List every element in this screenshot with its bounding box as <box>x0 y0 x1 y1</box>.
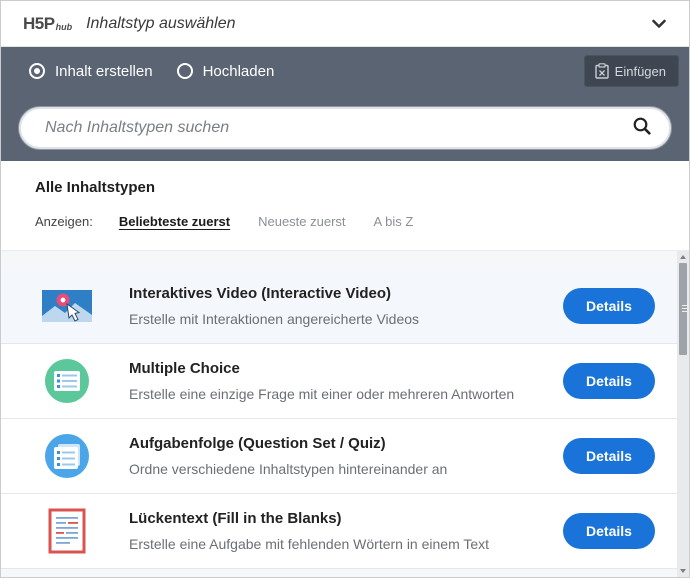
content-type-title: Lückentext (Fill in the Blanks) <box>129 510 342 527</box>
radio-upload[interactable]: Hochladen <box>176 62 275 80</box>
fill-in-the-blanks-icon <box>41 505 93 557</box>
hub-header[interactable]: H5P hub Inhaltstyp auswählen <box>1 1 689 47</box>
sort-most-popular[interactable]: Beliebteste zuerst <box>119 214 230 229</box>
logo-sub-text: hub <box>55 21 73 32</box>
question-set-icon <box>41 430 93 482</box>
search-icon[interactable] <box>633 117 651 140</box>
search-input[interactable] <box>43 118 633 138</box>
radio-unselected-icon <box>176 63 193 79</box>
content-type-description: Erstelle mit Interaktionen angereicherte… <box>129 311 420 327</box>
sort-a-to-z[interactable]: A bis Z <box>374 214 414 229</box>
content-type-description: Erstelle eine einzige Frage mit einer od… <box>129 386 515 402</box>
sort-options: Anzeigen: Beliebteste zuerst Neueste zue… <box>35 214 689 229</box>
paste-button-label: Einfügen <box>614 63 666 79</box>
details-button[interactable]: Details <box>563 363 655 399</box>
scroll-thumb[interactable] <box>679 263 688 355</box>
radio-create-content[interactable]: Inhalt erstellen <box>29 63 153 80</box>
mode-toolbar: Inhalt erstellen Hochladen Einfügen <box>1 47 689 95</box>
content-type-description: Erstelle eine Aufgabe mit fehlenden Wört… <box>129 536 490 552</box>
scroll-down-icon[interactable] <box>680 569 686 573</box>
content-type-title: Multiple Choice <box>129 360 240 377</box>
chevron-down-icon[interactable] <box>651 16 667 32</box>
search-band <box>1 95 689 161</box>
h5p-hub-panel: H5P hub Inhaltstyp auswählen Inhalt erst… <box>0 0 690 578</box>
clipboard-icon <box>594 63 609 79</box>
paste-button[interactable]: Einfügen <box>583 55 679 87</box>
sort-newest[interactable]: Neueste zuerst <box>258 214 345 229</box>
list-scrollbar[interactable] <box>677 251 689 577</box>
interactive-video-icon <box>41 280 93 332</box>
details-button[interactable]: Details <box>563 438 655 474</box>
content-type-description: Ordne verschiedene Inhaltstypen hinterei… <box>129 461 448 477</box>
filter-section: Alle Inhaltstypen Anzeigen: Beliebteste … <box>1 161 689 251</box>
content-type-list-area: Interaktives Video (Interactive Video) E… <box>1 251 689 577</box>
panel-title: Inhaltstyp auswählen <box>86 14 236 32</box>
details-button[interactable]: Details <box>563 513 655 549</box>
create-content-label: Inhalt erstellen <box>55 62 153 80</box>
list-item[interactable]: Lückentext (Fill in the Blanks) Erstelle… <box>1 494 677 569</box>
list-item[interactable]: Interaktives Video (Interactive Video) E… <box>1 269 677 344</box>
radio-selected-icon <box>29 63 45 79</box>
list-item[interactable]: Aufgabenfolge (Question Set / Quiz) Ordn… <box>1 419 677 494</box>
details-button[interactable]: Details <box>563 288 655 324</box>
search-box[interactable] <box>19 107 671 149</box>
h5p-hub-logo: H5P hub <box>23 13 73 33</box>
list-heading: Alle Inhaltstypen <box>35 179 156 196</box>
content-type-title: Interaktives Video (Interactive Video) <box>129 285 392 302</box>
multiple-choice-icon <box>41 355 93 407</box>
list-item[interactable]: Multiple Choice Erstelle eine einzige Fr… <box>1 344 677 419</box>
content-type-list: Interaktives Video (Interactive Video) E… <box>1 269 677 577</box>
sort-label: Anzeigen: <box>35 214 93 229</box>
logo-main-text: H5P <box>23 13 55 33</box>
scroll-up-icon[interactable] <box>680 255 686 259</box>
content-type-title: Aufgabenfolge (Question Set / Quiz) <box>129 435 386 452</box>
upload-label: Hochladen <box>202 62 275 80</box>
